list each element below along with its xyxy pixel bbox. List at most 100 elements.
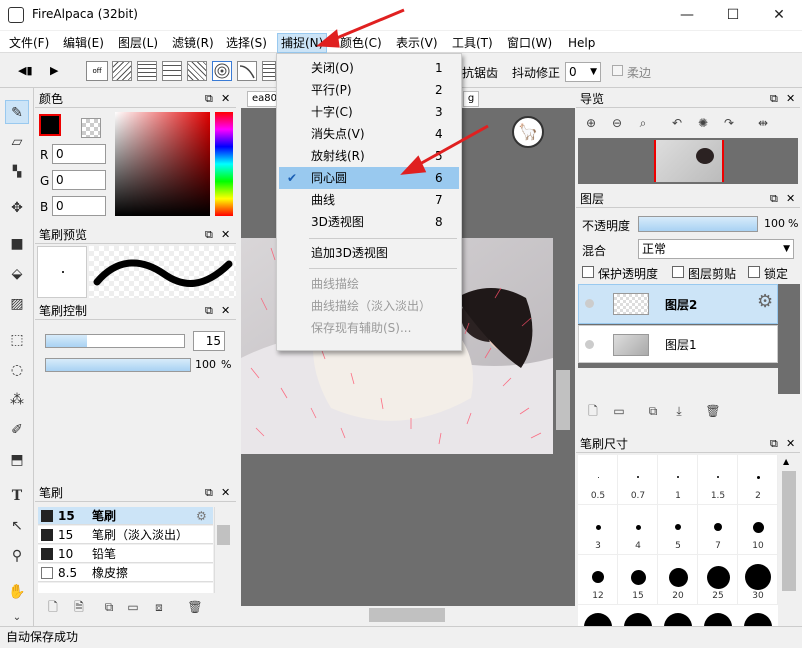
close-icon[interactable]: ✕ bbox=[786, 90, 795, 108]
duplicate-layer-icon[interactable]: ⧉ bbox=[644, 402, 662, 420]
brush-size-dot bbox=[584, 613, 612, 626]
layer-row[interactable]: 图层2 ⚙ bbox=[578, 284, 778, 324]
brush-size-cell[interactable]: 25 bbox=[698, 555, 738, 605]
brush-size-cell[interactable]: 4 bbox=[618, 505, 658, 555]
brush-size-cell[interactable]: 0.5 bbox=[578, 455, 618, 505]
brush-size-panel: 笔刷尺寸 ⧉ ✕ 0.5 0.7 1 1.5 2 3 4 5 7 10 12 15 20 25 30 ▲ bbox=[576, 435, 800, 626]
brush-size-dot bbox=[592, 571, 604, 583]
lock-label: 锁定 bbox=[764, 267, 789, 281]
rotate-left-icon[interactable]: ↶ bbox=[668, 114, 686, 132]
brush-size-dot bbox=[677, 476, 679, 478]
new-folder-icon[interactable]: ▭ bbox=[610, 402, 628, 420]
brush-size-cell[interactable]: 0.7 bbox=[618, 455, 658, 505]
brush-size-dot bbox=[668, 567, 688, 587]
brush-size-cell[interactable]: 1.5 bbox=[698, 455, 738, 505]
size-grid-scrollbar[interactable]: ▲ bbox=[780, 455, 798, 626]
visibility-icon[interactable] bbox=[585, 299, 594, 308]
arrow-to-snap-menu bbox=[331, 8, 405, 42]
brush-size-dot bbox=[637, 476, 639, 478]
layer-panel-title: 图层 bbox=[580, 192, 605, 206]
rotate-right-icon[interactable]: ↷ bbox=[720, 114, 738, 132]
brush-size-dot bbox=[706, 565, 730, 589]
brush-size-dot bbox=[664, 613, 692, 626]
float-icon[interactable]: ⧉ bbox=[770, 190, 778, 208]
brush-size-label: 15 bbox=[632, 591, 644, 601]
status-text: 自动保存成功 bbox=[6, 630, 79, 644]
lock-checkbox[interactable] bbox=[748, 266, 760, 278]
blend-label: 混合 bbox=[582, 244, 607, 258]
navigator-panel: 导览 ⧉ ✕ ⊕ ⊖ ⌕ ↶ ✺ ↷ ⇹ bbox=[576, 90, 800, 186]
arrow-to-concentric bbox=[417, 124, 489, 167]
navigator-thumbnail bbox=[654, 140, 724, 182]
brush-size-label: 30 bbox=[752, 591, 764, 601]
zoom-out-icon[interactable]: ⊖ bbox=[608, 114, 626, 132]
navigator-header: 导览 ⧉ ✕ bbox=[576, 90, 800, 108]
brush-size-label: 1.5 bbox=[710, 491, 726, 501]
chevron-down-icon: ▼ bbox=[783, 244, 790, 254]
brush-size-label: 10 bbox=[752, 541, 764, 551]
gear-icon[interactable]: ⚙ bbox=[757, 291, 773, 312]
visibility-icon[interactable] bbox=[585, 340, 594, 349]
brush-size-cell[interactable]: 7 bbox=[698, 505, 738, 555]
new-layer-icon[interactable]: 🗋 bbox=[584, 402, 602, 420]
clipping-checkbox[interactable] bbox=[672, 266, 684, 278]
layer-panel-header: 图层 ⧉ ✕ bbox=[576, 190, 800, 208]
brush-size-header: 笔刷尺寸 ⧉ ✕ bbox=[576, 435, 800, 453]
zoom-in-icon[interactable]: ⊕ bbox=[582, 114, 600, 132]
brush-size-dot bbox=[752, 521, 764, 533]
brush-size-cell[interactable]: 30 bbox=[738, 555, 778, 605]
brush-size-label: 3 bbox=[595, 541, 601, 551]
layer-name: 图层2 bbox=[665, 298, 698, 312]
brush-size-cell[interactable]: 12 bbox=[578, 555, 618, 605]
brush-size-cell[interactable]: 1 bbox=[658, 455, 698, 505]
brush-size-cell[interactable]: 5 bbox=[658, 505, 698, 555]
protect-alpha-checkbox[interactable] bbox=[582, 266, 594, 278]
brush-size-cell[interactable]: 15 bbox=[618, 555, 658, 605]
flip-icon[interactable]: ⇹ bbox=[754, 114, 772, 132]
layer-thumbnail bbox=[613, 293, 649, 315]
blend-mode-select[interactable]: 正常 ▼ bbox=[638, 239, 794, 259]
merge-down-icon[interactable]: ⤓ bbox=[670, 402, 688, 420]
brush-size-cell[interactable]: 3 bbox=[578, 505, 618, 555]
layer-opacity-slider[interactable] bbox=[638, 216, 758, 232]
protect-alpha-label: 保护透明度 bbox=[598, 267, 659, 281]
scroll-up-icon[interactable]: ▲ bbox=[783, 457, 789, 466]
brush-size-dot bbox=[675, 524, 681, 530]
layer-panel: 图层 ⧉ ✕ 不透明度 100 % 混合 正常 ▼ 保护透明度 图层剪贴 锁定 图… bbox=[576, 190, 800, 434]
brush-size-dot bbox=[595, 524, 601, 530]
close-icon[interactable]: ✕ bbox=[786, 435, 795, 453]
brush-size-cell[interactable]: 10 bbox=[738, 505, 778, 555]
brush-size-label: 4 bbox=[635, 541, 641, 551]
arrowhead-1 bbox=[316, 29, 340, 48]
zoom-fit-icon[interactable]: ⌕ bbox=[634, 114, 652, 132]
brush-size-dot bbox=[744, 613, 772, 626]
layer-opacity-value: 100 bbox=[764, 217, 785, 230]
brush-size-label: 0.7 bbox=[630, 491, 646, 501]
clipping-label: 图层剪贴 bbox=[688, 267, 737, 281]
brush-size-label: 5 bbox=[675, 541, 681, 551]
brush-size-title: 笔刷尺寸 bbox=[580, 437, 629, 451]
brush-size-dot bbox=[624, 613, 652, 626]
navigator-preview[interactable] bbox=[578, 138, 798, 184]
status-bar: 自动保存成功 bbox=[0, 626, 802, 648]
float-icon[interactable]: ⧉ bbox=[770, 90, 778, 108]
brush-size-dot bbox=[597, 476, 599, 478]
rotate-reset-icon[interactable]: ✺ bbox=[694, 114, 712, 132]
float-icon[interactable]: ⧉ bbox=[770, 435, 778, 453]
brush-size-dot bbox=[704, 613, 732, 626]
brush-size-label: 25 bbox=[712, 591, 724, 601]
layer-list-side bbox=[778, 284, 800, 394]
brush-size-dot bbox=[635, 524, 641, 530]
brush-size-dot bbox=[630, 569, 646, 585]
brush-size-label: 2 bbox=[755, 491, 761, 501]
close-icon[interactable]: ✕ bbox=[786, 190, 795, 208]
brush-size-dot bbox=[717, 476, 719, 478]
trash-icon[interactable]: 🗑 bbox=[704, 402, 722, 420]
brush-size-dot bbox=[714, 523, 722, 531]
brush-size-label: 7 bbox=[715, 541, 721, 551]
brush-size-cell[interactable]: 20 bbox=[658, 555, 698, 605]
layer-name: 图层1 bbox=[665, 338, 697, 352]
brush-size-cell[interactable]: 2 bbox=[738, 455, 778, 505]
layer-row[interactable]: 图层1 bbox=[578, 325, 778, 363]
brush-size-label: 20 bbox=[672, 591, 684, 601]
